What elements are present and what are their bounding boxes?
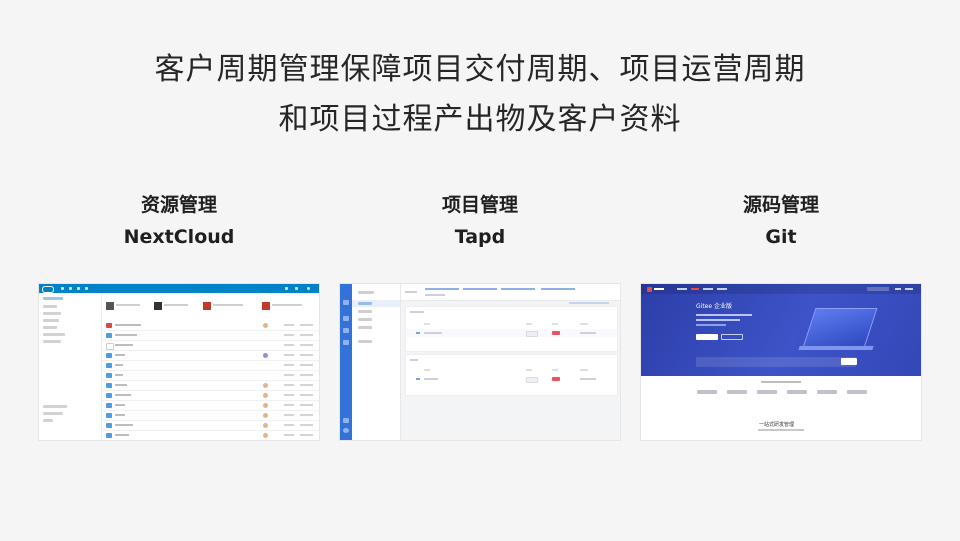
photos-icon [69,287,72,290]
tool-name: Tapd [454,226,506,248]
gitee-screenshot: Gitee 企业版 一站式研发管理 [641,284,921,440]
activity-icon [77,287,80,290]
search-icon [285,287,288,290]
category-label: 项目管理 [441,194,518,216]
notifications-icon [295,287,298,290]
headline-line-1: 客户周期管理保障项目交付周期、项目运营周期 [154,52,806,87]
gitee-secondary-button [721,334,743,340]
gitee-logo-icon [647,287,652,292]
tapd-screenshot [340,284,620,440]
laptop-illustration [802,308,878,348]
tapd-nav-panel [352,284,401,440]
nextcloud-screenshot [39,284,319,440]
headline-line-2: 和项目过程产出物及客户资料 [278,102,682,137]
tool-name: Git [765,226,797,248]
nextcloud-sidebar [39,293,102,440]
category-label: 源码管理 [742,194,819,216]
nextcloud-header-bar [39,284,319,293]
tapd-main [401,284,620,440]
contacts-icon [85,287,88,290]
files-icon [61,287,64,290]
avatar [307,287,310,290]
gitee-bottom-title: 一站式研发管理 [759,422,795,428]
nextcloud-logo-icon [42,286,54,293]
category-label: 资源管理 [140,194,217,216]
gitee-hero: Gitee 企业版 [641,284,921,376]
tapd-app-rail [340,284,352,440]
avatar [343,428,349,433]
nextcloud-file-list [102,293,319,440]
gitee-hero-title: Gitee 企业版 [696,303,732,310]
gitee-primary-button [696,334,718,340]
tool-name: NextCloud [123,226,235,248]
